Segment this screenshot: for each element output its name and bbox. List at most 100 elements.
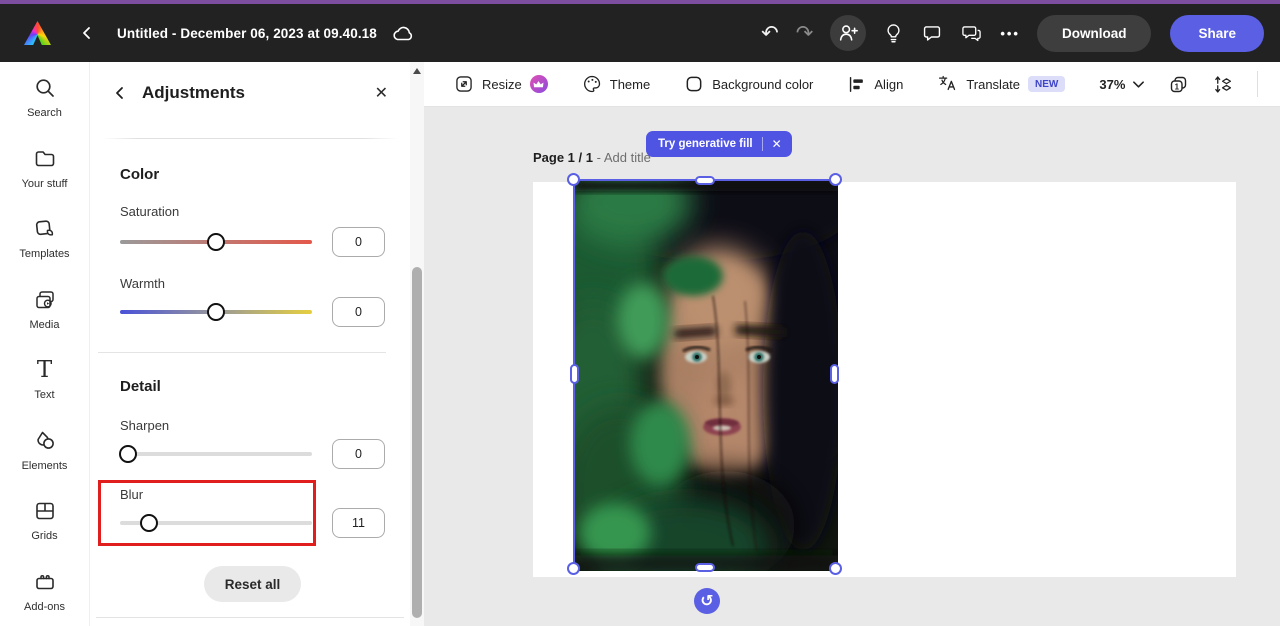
chat-threads-button[interactable]: [960, 23, 983, 44]
translate-icon: [939, 75, 956, 91]
theme-palette-icon: [583, 75, 600, 93]
resize-handle-bottom[interactable]: [694, 563, 715, 572]
theme-button[interactable]: Theme: [582, 74, 650, 94]
redo-button[interactable]: ↷: [796, 23, 814, 44]
saturation-slider[interactable]: [120, 233, 312, 251]
left-sidebar: Search Your stuff Templates Media T Text…: [0, 62, 90, 626]
image-selection-frame[interactable]: [567, 173, 842, 575]
panel-title: Adjustments: [142, 83, 245, 102]
resize-handle-sw[interactable]: [567, 562, 580, 575]
chevron-down-icon: [1133, 80, 1145, 88]
warmth-slider[interactable]: [120, 303, 312, 321]
panel-close-button[interactable]: ✕: [375, 83, 388, 103]
resize-handle-right[interactable]: [830, 364, 839, 384]
chevron-left-icon: [83, 27, 90, 39]
add-title-placeholder[interactable]: - Add title: [597, 150, 651, 165]
new-badge: NEW: [1028, 76, 1066, 92]
sidebar-item-grids[interactable]: Grids: [0, 485, 89, 556]
sidebar-item-search[interactable]: Search: [0, 62, 89, 133]
add-person-icon: [840, 25, 859, 41]
rotate-handle[interactable]: ↺: [694, 588, 720, 614]
reset-all-button[interactable]: Reset all: [204, 566, 301, 602]
resize-handle-se[interactable]: [829, 562, 842, 575]
tooltip-close-icon[interactable]: ✕: [772, 137, 782, 151]
elements-icon: [33, 428, 57, 454]
panel-scrollbar[interactable]: [410, 62, 424, 626]
divider: [102, 138, 398, 139]
media-icon: [33, 287, 57, 313]
saturation-knob[interactable]: [207, 233, 225, 251]
align-icon: [850, 76, 864, 92]
reorder-layers-button[interactable]: [1212, 74, 1234, 95]
divider: [1257, 71, 1259, 97]
sharpen-label: Sharpen: [120, 418, 170, 433]
saturation-label: Saturation: [120, 204, 180, 219]
invite-collaborators-button[interactable]: [830, 15, 867, 51]
divider: [96, 617, 404, 618]
layers-icon: [1215, 75, 1232, 93]
more-options-button[interactable]: •••: [1000, 26, 1020, 41]
background-color-swatch: [686, 76, 702, 92]
topbar: Untitled - December 06, 2023 at 09.40.18…: [0, 0, 1280, 62]
scrollbar-thumb[interactable]: [412, 267, 422, 618]
section-heading-detail: Detail: [120, 378, 161, 395]
sidebar-item-media[interactable]: Media: [0, 274, 89, 345]
sharpen-slider[interactable]: [118, 445, 312, 463]
comment-icon: [924, 25, 941, 41]
blur-highlight-box: [98, 480, 316, 546]
sharpen-knob[interactable]: [118, 445, 137, 463]
resize-button[interactable]: Resize: [454, 74, 548, 94]
context-toolbar: Resize Theme Background color Align Tran…: [424, 62, 1280, 107]
search-icon: [33, 75, 57, 101]
text-icon: T: [36, 356, 53, 383]
panel-back-button[interactable]: [112, 85, 128, 101]
sidebar-item-elements[interactable]: Elements: [0, 415, 89, 486]
chevron-left-icon: [116, 87, 123, 99]
templates-icon: [33, 216, 57, 242]
pages-icon: 1: [1171, 76, 1187, 92]
resize-handle-ne[interactable]: [829, 173, 842, 186]
warmth-knob[interactable]: [207, 303, 225, 321]
sidebar-item-templates[interactable]: Templates: [0, 203, 89, 274]
pages-button[interactable]: 1: [1168, 74, 1189, 95]
resize-handle-left[interactable]: [570, 364, 579, 384]
resize-handle-nw[interactable]: [567, 173, 580, 186]
blur-value-input[interactable]: 11: [332, 508, 385, 538]
canvas-area[interactable]: Page 1 / 1 - Add title Try generative fi…: [424, 107, 1280, 626]
back-button[interactable]: [79, 25, 95, 41]
document-title: Untitled - December 06, 2023 at 09.40.18: [117, 25, 377, 41]
sidebar-item-your-stuff[interactable]: Your stuff: [0, 133, 89, 204]
background-color-button[interactable]: Background color: [684, 74, 813, 94]
warmth-value-input[interactable]: 0: [332, 297, 385, 327]
warmth-label: Warmth: [120, 276, 166, 291]
ideas-button[interactable]: [883, 22, 904, 44]
page-label[interactable]: Page 1 / 1 - Add title: [533, 150, 651, 165]
share-button[interactable]: Share: [1170, 14, 1264, 52]
translate-button[interactable]: Translate NEW: [937, 74, 1066, 94]
comment-button[interactable]: [921, 23, 943, 44]
adjustments-panel: Adjustments ✕ Color Saturation 0 Warmth …: [90, 62, 410, 626]
canvas-image[interactable]: [575, 181, 838, 571]
section-heading-color: Color: [120, 166, 160, 183]
saturation-value-input[interactable]: 0: [332, 227, 385, 257]
page-indicator: Page 1 / 1: [533, 150, 593, 165]
align-button[interactable]: Align: [847, 75, 903, 94]
lightbulb-icon: [887, 24, 900, 43]
divider: [761, 137, 763, 151]
premium-crown-icon: [529, 75, 548, 93]
resize-icon: [456, 76, 472, 92]
download-button[interactable]: Download: [1036, 14, 1152, 52]
divider: [98, 352, 386, 353]
zoom-level-dropdown[interactable]: 37%: [1099, 77, 1145, 92]
sharpen-value-input[interactable]: 0: [332, 439, 385, 469]
scroll-up-arrow[interactable]: [413, 68, 421, 74]
undo-button[interactable]: ↶: [761, 23, 779, 44]
folder-icon: [33, 146, 57, 172]
sidebar-item-text[interactable]: T Text: [0, 344, 89, 415]
chat-bubbles-icon: [962, 25, 982, 41]
add-ons-icon: [33, 569, 57, 595]
resize-handle-top[interactable]: [694, 176, 715, 185]
generative-fill-tooltip[interactable]: Try generative fill ✕: [646, 131, 792, 157]
adobe-express-logo[interactable]: [24, 21, 51, 45]
sidebar-item-add-ons[interactable]: Add-ons: [0, 556, 89, 626]
